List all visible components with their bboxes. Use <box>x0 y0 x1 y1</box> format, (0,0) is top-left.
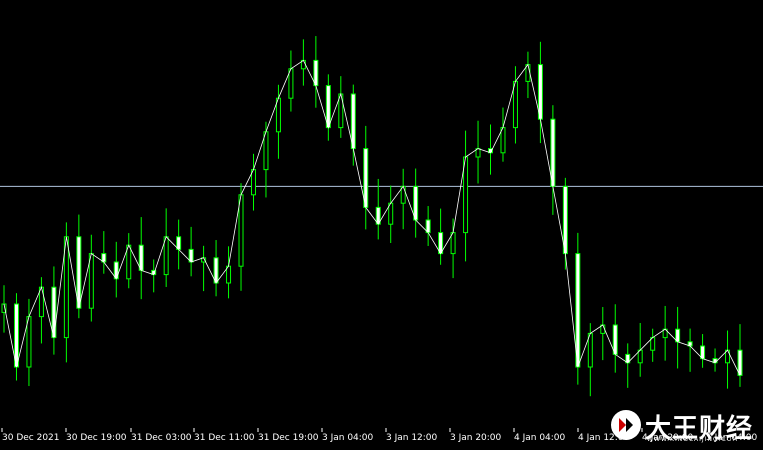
candle <box>662 305 668 361</box>
candle <box>363 125 369 230</box>
x-tick-label: 30 Dec 2021 <box>2 433 60 443</box>
candle <box>512 66 518 144</box>
candle-body <box>26 316 32 368</box>
candle <box>438 208 444 265</box>
candle <box>238 183 244 291</box>
candle <box>101 231 107 274</box>
candle <box>338 76 344 138</box>
candle-body <box>450 232 456 255</box>
x-tick-label: 3 Jan 12:00 <box>386 433 438 443</box>
candle-body <box>587 332 593 368</box>
x-tick-label: 30 Dec 19:00 <box>66 433 127 443</box>
candle <box>712 348 718 372</box>
candle <box>176 219 182 270</box>
candle <box>700 334 706 368</box>
candle <box>400 168 406 230</box>
candle <box>213 240 219 297</box>
candle-body <box>288 68 294 99</box>
candle <box>675 306 681 369</box>
candle-body <box>550 118 556 187</box>
candle-body <box>463 156 469 234</box>
candle-body <box>363 148 369 208</box>
candle <box>226 246 232 299</box>
candle <box>413 168 419 238</box>
candle <box>388 185 394 244</box>
candle <box>151 259 157 293</box>
candle-body <box>51 286 57 339</box>
candlestick-plot <box>0 36 763 432</box>
candle <box>26 298 32 387</box>
candle-body <box>63 236 69 339</box>
close-line <box>3 59 741 376</box>
candle <box>600 307 606 361</box>
x-tick-label: 31 Dec 03:00 <box>131 433 192 443</box>
candle <box>550 105 556 215</box>
brand-watermark: 大王财经 WWW.KINGCAIJING.COM <box>609 406 759 446</box>
candle-body <box>438 232 444 255</box>
candle <box>375 178 381 240</box>
candle <box>126 233 132 289</box>
candle-body <box>575 253 581 368</box>
candle <box>687 328 693 372</box>
candle-body <box>562 185 568 255</box>
candle-body <box>500 127 506 154</box>
candle <box>325 74 331 141</box>
candle <box>525 51 531 99</box>
x-tick-label: 31 Dec 11:00 <box>194 433 255 443</box>
candle-body <box>88 253 94 309</box>
candle <box>201 245 207 292</box>
candle-body <box>537 64 543 120</box>
candle-body <box>163 236 169 276</box>
candle <box>450 218 456 279</box>
candle <box>1 285 7 333</box>
candle <box>463 130 469 262</box>
brand-subtext: WWW.KINGCAIJING.COM <box>647 436 739 443</box>
candle <box>612 304 618 373</box>
candle-body <box>388 202 394 225</box>
candle-body <box>238 194 244 267</box>
candle <box>163 208 169 287</box>
candle-body <box>413 185 419 221</box>
x-tick-label: 3 Jan 20:00 <box>450 433 502 443</box>
candle <box>13 293 19 381</box>
candle <box>575 232 581 385</box>
candle-body <box>213 257 219 284</box>
x-tick-label: 31 Dec 19:00 <box>258 433 319 443</box>
brand-logo-icon <box>611 410 641 440</box>
candle-body <box>325 85 331 129</box>
candle <box>288 50 294 112</box>
candle-body <box>512 80 518 129</box>
candle <box>425 206 431 246</box>
candle-body <box>76 236 82 309</box>
candle-body <box>250 169 256 196</box>
candle-body <box>138 244 144 271</box>
candle-body <box>126 244 132 280</box>
candle <box>113 241 119 298</box>
candle-body <box>275 97 281 133</box>
candle <box>138 217 144 300</box>
candle <box>188 226 194 277</box>
candle-body <box>13 303 19 368</box>
candle <box>500 107 506 162</box>
candle <box>625 343 631 388</box>
x-tick-label: 3 Jan 04:00 <box>322 433 374 443</box>
candle-body <box>350 93 356 150</box>
candle <box>250 153 256 211</box>
candle <box>475 120 481 184</box>
candle-body <box>313 59 319 87</box>
candle-body <box>612 324 618 355</box>
candle-body <box>737 349 743 376</box>
candle <box>88 234 94 322</box>
price-chart[interactable]: 30 Dec 2021 30 Dec 19:00 31 Dec 03:00 31 De… <box>0 0 763 450</box>
candle <box>737 324 743 387</box>
candle <box>725 330 731 389</box>
candle-body <box>263 131 269 171</box>
candle <box>51 266 57 355</box>
candle <box>650 328 656 362</box>
candle <box>313 36 319 108</box>
x-tick-label: 4 Jan 04:00 <box>514 433 566 443</box>
